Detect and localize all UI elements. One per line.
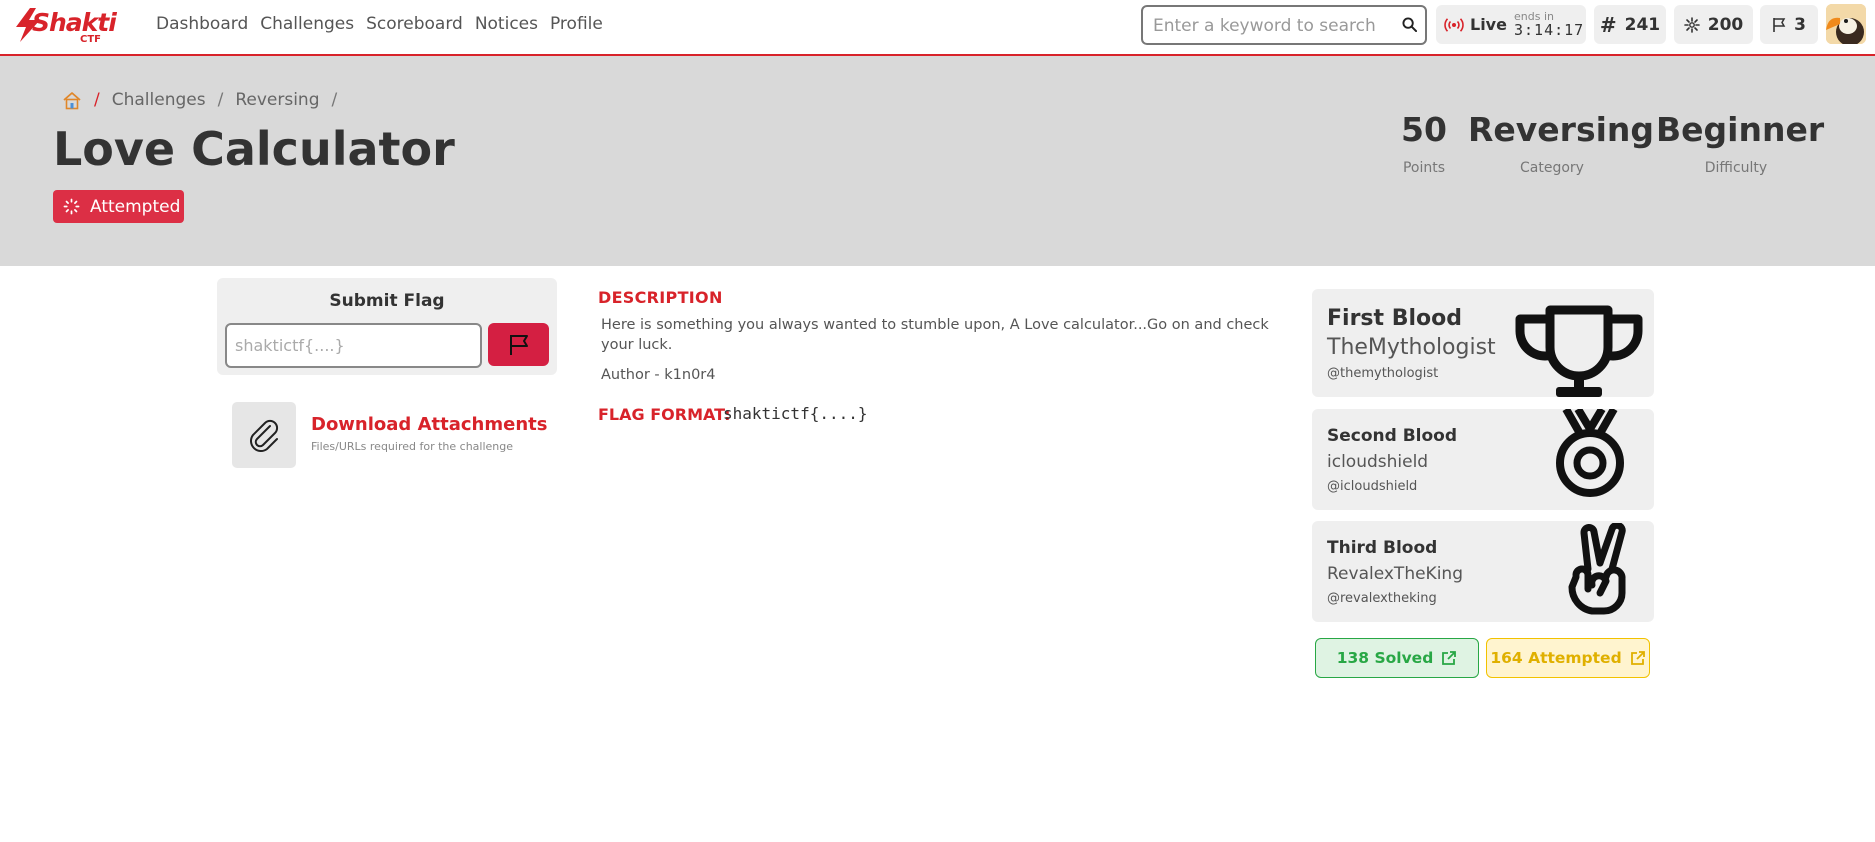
stat-difficulty: Beginner Difficulty <box>1656 110 1825 177</box>
countdown-time: 3:14:17 <box>1514 21 1585 39</box>
blood-rank: Third Blood <box>1327 538 1438 558</box>
flag-input[interactable] <box>225 323 482 368</box>
nav-scoreboard[interactable]: Scoreboard <box>366 14 463 34</box>
flags-value: 3 <box>1794 14 1806 35</box>
breadcrumb-reversing[interactable]: Reversing <box>235 90 319 110</box>
breadcrumb-challenges[interactable]: Challenges <box>112 90 206 110</box>
flags-badge[interactable]: 3 <box>1760 5 1818 44</box>
shakti-ctf-logo[interactable]: Shakti CTF <box>14 8 117 46</box>
search-box <box>1141 5 1427 45</box>
victory-hand-icon <box>1568 523 1626 615</box>
submit-flag-button[interactable] <box>488 323 549 366</box>
flag-format-label: FLAG FORMAT: <box>598 405 731 424</box>
sparkle-icon <box>1683 16 1700 33</box>
top-navbar: Shakti CTF Dashboard Challenges Scoreboa… <box>0 0 1875 56</box>
challenge-header: / Challenges / Reversing / Love Calculat… <box>0 56 1875 266</box>
attempted-count: 164 Attempted <box>1490 649 1622 667</box>
avatar[interactable] <box>1826 4 1866 44</box>
submit-flag-title: Submit Flag <box>329 291 445 311</box>
stat-points-value: 50 <box>1401 110 1447 149</box>
solved-count: 138 Solved <box>1336 649 1434 667</box>
hash-icon: # <box>1599 12 1617 37</box>
home-icon[interactable] <box>62 91 82 110</box>
external-link-icon <box>1630 651 1645 665</box>
blood-user[interactable]: icloudshield <box>1327 452 1428 472</box>
flag-format-value: shaktictf{....} <box>723 404 868 423</box>
first-blood-card: First Blood TheMythologist @themythologi… <box>1312 289 1654 397</box>
blood-rank: First Blood <box>1327 306 1462 331</box>
medal-icon <box>1556 409 1624 497</box>
stat-difficulty-label: Difficulty <box>1704 160 1768 177</box>
broadcast-icon <box>1444 17 1464 32</box>
solved-count-button[interactable]: 138 Solved <box>1315 638 1479 678</box>
status-label: Attempted <box>90 196 181 217</box>
nav-challenges[interactable]: Challenges <box>260 14 354 34</box>
attempted-count-button[interactable]: 164 Attempted <box>1486 638 1650 678</box>
blood-user[interactable]: TheMythologist <box>1327 335 1496 360</box>
rank-badge[interactable]: # 241 <box>1594 5 1666 44</box>
second-blood-card: Second Blood icloudshield @icloudshield <box>1312 409 1654 510</box>
flag-icon <box>1773 17 1786 32</box>
countdown: ends in 3:14:17 <box>1514 11 1584 38</box>
description-text: Here is something you always wanted to s… <box>601 317 1269 354</box>
stat-points-label: Points <box>1402 160 1446 177</box>
points-value: 200 <box>1707 14 1744 35</box>
paperclip-icon <box>250 419 279 452</box>
stat-category-label: Category <box>1520 160 1584 177</box>
brand-subtitle: CTF <box>80 34 101 45</box>
trophy-icon <box>1515 305 1643 397</box>
stat-points: 50 Points <box>1392 110 1456 177</box>
search-input[interactable] <box>1151 13 1395 39</box>
submit-flag-card: Submit Flag <box>217 278 557 375</box>
nav-notices[interactable]: Notices <box>475 14 538 34</box>
nav-profile[interactable]: Profile <box>550 14 603 34</box>
blood-user[interactable]: RevalexTheKing <box>1327 564 1463 584</box>
author-text: Author - k1n0r4 <box>601 367 716 383</box>
download-attachments-link[interactable]: Download Attachments <box>311 414 547 435</box>
status-badge: Attempted <box>53 190 184 223</box>
external-link-icon <box>1442 651 1457 665</box>
rank-value: 241 <box>1624 14 1661 35</box>
page-title: Love Calculator <box>53 122 455 176</box>
main-nav: Dashboard Challenges Scoreboard Notices … <box>156 14 603 34</box>
blood-rank: Second Blood <box>1327 426 1458 446</box>
nav-dashboard[interactable]: Dashboard <box>156 14 248 34</box>
description-heading: DESCRIPTION <box>598 288 723 307</box>
breadcrumb-separator: / <box>331 90 338 110</box>
flag-icon <box>509 334 528 355</box>
stat-category: Reversing Category <box>1468 110 1655 177</box>
blood-handle: @icloudshield <box>1327 479 1418 494</box>
stat-category-value: Reversing <box>1468 110 1655 149</box>
third-blood-card: Third Blood RevalexTheKing @revalextheki… <box>1312 521 1654 622</box>
attachment-button[interactable] <box>232 402 296 468</box>
spinner-icon <box>63 198 80 215</box>
blood-handle: @themythologist <box>1327 366 1439 381</box>
points-badge[interactable]: 200 <box>1674 5 1753 44</box>
breadcrumb-separator: / <box>217 90 224 110</box>
attachments-subtitle: Files/URLs required for the challenge <box>311 440 514 453</box>
live-label: Live <box>1470 15 1507 34</box>
blood-handle: @revalextheking <box>1327 591 1437 606</box>
stat-difficulty-value: Beginner <box>1656 110 1825 149</box>
breadcrumb: / Challenges / Reversing / <box>62 90 349 110</box>
brand-name: Shakti <box>32 8 117 37</box>
live-timer: Live ends in 3:14:17 <box>1436 5 1586 44</box>
toucan-avatar-icon <box>1826 4 1866 44</box>
search-icon[interactable] <box>1402 17 1417 32</box>
breadcrumb-separator: / <box>94 90 100 110</box>
